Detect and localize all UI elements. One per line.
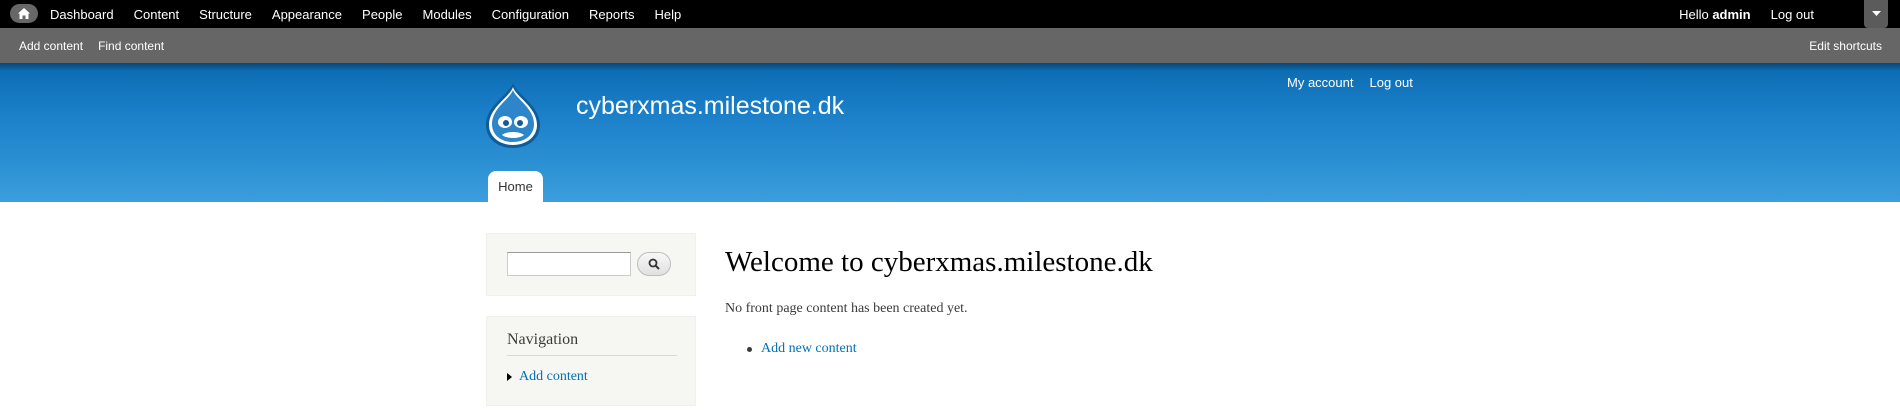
search-icon <box>648 258 660 270</box>
site-header: cyberxmas.milestone.dk My account Log ou… <box>0 63 1900 202</box>
toolbar-item-reports[interactable]: Reports <box>589 7 635 22</box>
shortcut-list: Add content Find content <box>19 28 179 63</box>
secondary-menu: My account Log out <box>1287 75 1429 90</box>
nav-item-add-content: Add content <box>507 369 588 385</box>
caret-right-icon <box>507 373 512 381</box>
my-account-link[interactable]: My account <box>1287 75 1353 90</box>
edit-shortcuts-link[interactable]: Edit shortcuts <box>1809 28 1882 63</box>
list-bullet <box>747 346 752 352</box>
tab-home[interactable]: Home <box>488 171 543 202</box>
toolbar-item-structure[interactable]: Structure <box>199 7 252 22</box>
content-link-list: Add new content <box>747 341 857 357</box>
greeting-prefix: Hello <box>1679 6 1709 22</box>
user-greeting: Hello admin <box>1679 7 1751 22</box>
shortcuts-drawer-toggle[interactable] <box>1864 0 1888 28</box>
navigation-divider <box>507 355 677 356</box>
nav-link-add-content[interactable]: Add content <box>519 369 588 385</box>
admin-toolbar: Dashboard Content Structure Appearance P… <box>0 0 1900 28</box>
toolbar-item-content[interactable]: Content <box>134 7 180 22</box>
home-icon <box>18 8 30 19</box>
add-new-content-link[interactable]: Add new content <box>761 341 857 357</box>
search-input[interactable] <box>507 252 631 276</box>
toolbar-item-configuration[interactable]: Configuration <box>492 7 569 22</box>
site-name[interactable]: cyberxmas.milestone.dk <box>576 92 844 121</box>
username[interactable]: admin <box>1712 7 1750 22</box>
shortcut-find-content[interactable]: Find content <box>98 39 164 53</box>
page-title: Welcome to cyberxmas.milestone.dk <box>725 246 1153 278</box>
shortcut-bar: Add content Find content Edit shortcuts <box>0 28 1900 63</box>
shortcut-add-content[interactable]: Add content <box>19 39 83 53</box>
toolbar-item-help[interactable]: Help <box>655 7 682 22</box>
navigation-title: Navigation <box>507 331 579 348</box>
search-block <box>486 233 696 296</box>
toolbar-item-modules[interactable]: Modules <box>423 7 472 22</box>
toolbar-item-people[interactable]: People <box>362 7 402 22</box>
navigation-block: Navigation Add content <box>486 316 696 406</box>
toolbar-item-dashboard[interactable]: Dashboard <box>50 7 114 22</box>
header-shadow <box>0 63 1900 71</box>
search-button[interactable] <box>637 252 671 276</box>
drupal-drop-logo[interactable] <box>482 81 544 151</box>
header-logout-link[interactable]: Log out <box>1369 75 1412 90</box>
toolbar-item-appearance[interactable]: Appearance <box>272 7 342 22</box>
empty-front-page-message: No front page content has been created y… <box>725 301 968 316</box>
chevron-down-icon <box>1871 11 1881 16</box>
toolbar-logout-link[interactable]: Log out <box>1771 7 1814 22</box>
toolbar-menu: Dashboard Content Structure Appearance P… <box>50 0 701 28</box>
home-button[interactable] <box>10 4 38 23</box>
toolbar-user-menu: Hello admin Log out <box>1679 0 1814 28</box>
